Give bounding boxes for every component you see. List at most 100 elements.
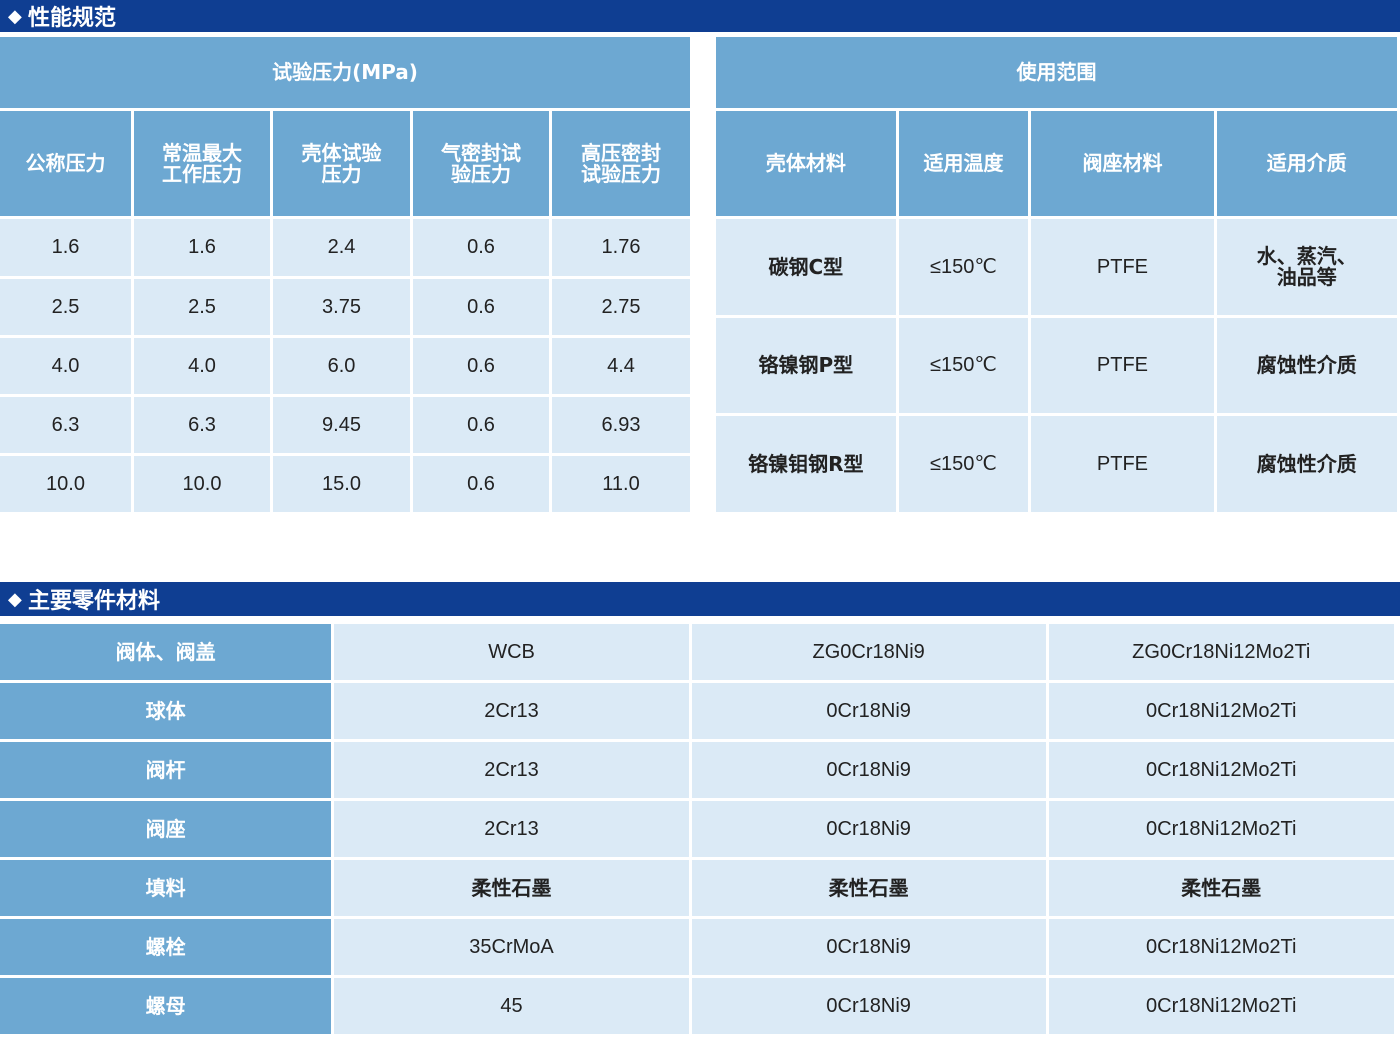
table-row: 阀杆 2Cr13 0Cr18Ni9 0Cr18Ni12Mo2Ti: [0, 739, 1398, 801]
parts-material-table: 阀体、阀盖 WCB ZG0Cr18Ni9 ZG0Cr18Ni12Mo2Ti 球体…: [0, 621, 1398, 1037]
table-cell: 2.4: [270, 216, 413, 279]
performance-table: 试验压力(MPa) 公称压力 常温最大工作压力 壳体试验压力 气密封试验压力 高…: [0, 34, 693, 515]
table-cell: 2Cr13: [331, 680, 692, 742]
table-cell: 0.6: [410, 453, 552, 515]
table-cell: 10.0: [0, 453, 134, 515]
part-name: 球体: [0, 680, 335, 742]
table-cell: 6.3: [0, 394, 134, 456]
header-max-working-pressure: 常温最大工作压力: [131, 108, 273, 219]
header-medium: 适用介质: [1213, 108, 1400, 219]
table-cell: 0Cr18Ni12Mo2Ti: [1045, 680, 1398, 742]
table-cell: 1.6: [131, 216, 273, 279]
table-cell: 柔性石墨: [1045, 857, 1398, 919]
part-name: 阀杆: [0, 739, 335, 801]
part-name: 螺栓: [0, 916, 335, 978]
section-header-parts: ◆ 主要零件材料: [0, 582, 1400, 616]
table-row: 1.6 1.6 2.4 0.6 1.76: [0, 216, 693, 279]
table-cell: 0Cr18Ni12Mo2Ti: [1045, 798, 1398, 860]
table-row: 球体 2Cr13 0Cr18Ni9 0Cr18Ni12Mo2Ti: [0, 680, 1398, 742]
table-cell: 35CrMoA: [331, 916, 692, 978]
table-row: 碳钢C型 ≤150℃ PTFE 水、蒸汽、油品等: [713, 216, 1400, 318]
table-cell: PTFE: [1028, 413, 1217, 515]
table-cell: 0Cr18Ni9: [688, 739, 1049, 801]
table-cell: PTFE: [1028, 216, 1217, 318]
table-row: 铬镍钢P型 ≤150℃ PTFE 腐蚀性介质: [713, 315, 1400, 416]
table-cell: 0Cr18Ni9: [688, 798, 1049, 860]
table-row: 铬镍钼钢R型 ≤150℃ PTFE 腐蚀性介质: [713, 413, 1400, 515]
header-temperature: 适用温度: [895, 108, 1032, 219]
table-cell: 0.6: [410, 276, 552, 338]
part-name: 填料: [0, 857, 335, 919]
table-cell: ≤150℃: [895, 216, 1032, 318]
usage-range-table: 使用范围 壳体材料 适用温度 阀座材料 适用介质 碳钢C型 ≤150℃ PTFE…: [713, 34, 1400, 515]
table-cell: 碳钢C型: [713, 216, 899, 318]
table-cell: 铬镍钼钢R型: [713, 413, 899, 515]
table-cell: 0Cr18Ni9: [688, 916, 1049, 978]
table-cell: 2.5: [131, 276, 273, 338]
table-cell: 4.4: [549, 335, 693, 397]
table-cell: 柔性石墨: [331, 857, 692, 919]
usage-range-group-header: 使用范围: [713, 34, 1400, 111]
table-cell: ZG0Cr18Ni9: [688, 621, 1049, 683]
table-cell: 1.6: [0, 216, 134, 279]
table-cell: 45: [331, 975, 692, 1037]
table-row: 螺栓 35CrMoA 0Cr18Ni9 0Cr18Ni12Mo2Ti: [0, 916, 1398, 978]
diamond-icon: ◆: [8, 5, 22, 27]
table-cell: 6.3: [131, 394, 273, 456]
section-title-parts: 主要零件材料: [28, 589, 161, 614]
diamond-icon: ◆: [8, 588, 22, 610]
test-pressure-group-header: 试验压力(MPa): [0, 34, 693, 111]
table-cell: 0Cr18Ni12Mo2Ti: [1045, 916, 1398, 978]
header-shell-material: 壳体材料: [713, 108, 899, 219]
header-high-pressure-seal-test: 高压密封试验压力: [549, 108, 693, 219]
table-cell: 水、蒸汽、油品等: [1213, 216, 1400, 318]
table-row: 螺母 45 0Cr18Ni9 0Cr18Ni12Mo2Ti: [0, 975, 1398, 1037]
table-cell: 0Cr18Ni12Mo2Ti: [1045, 739, 1398, 801]
table-row: 阀座 2Cr13 0Cr18Ni9 0Cr18Ni12Mo2Ti: [0, 798, 1398, 860]
table-cell: 6.93: [549, 394, 693, 456]
table-cell: 2.5: [0, 276, 134, 338]
table-cell: 2.75: [549, 276, 693, 338]
table-cell: 2Cr13: [331, 739, 692, 801]
header-nominal-pressure: 公称压力: [0, 108, 134, 219]
table-row: 10.0 10.0 15.0 0.6 11.0: [0, 453, 693, 515]
table-row: 填料 柔性石墨 柔性石墨 柔性石墨: [0, 857, 1398, 919]
table-cell: ≤150℃: [895, 413, 1032, 515]
table-cell: 0Cr18Ni12Mo2Ti: [1045, 975, 1398, 1037]
header-air-seal-test-pressure: 气密封试验压力: [410, 108, 552, 219]
part-name: 阀体、阀盖: [0, 621, 335, 683]
table-cell: 6.0: [270, 335, 413, 397]
table-cell: 1.76: [549, 216, 693, 279]
header-shell-test-pressure: 壳体试验压力: [270, 108, 413, 219]
section-header-performance: ◆ 性能规范: [0, 0, 1400, 32]
part-name: 螺母: [0, 975, 335, 1037]
table-cell: 15.0: [270, 453, 413, 515]
table-cell: 0.6: [410, 394, 552, 456]
table-cell: 腐蚀性介质: [1213, 315, 1400, 416]
table-cell: 11.0: [549, 453, 693, 515]
table-row: 2.5 2.5 3.75 0.6 2.75: [0, 276, 693, 338]
table-cell: 0.6: [410, 216, 552, 279]
table-cell: 4.0: [131, 335, 273, 397]
table-cell: 2Cr13: [331, 798, 692, 860]
table-cell: ZG0Cr18Ni12Mo2Ti: [1045, 621, 1398, 683]
header-seat-material: 阀座材料: [1028, 108, 1217, 219]
section-title-performance: 性能规范: [28, 6, 117, 31]
table-cell: 10.0: [131, 453, 273, 515]
table-cell: 0Cr18Ni9: [688, 975, 1049, 1037]
table-cell: 铬镍钢P型: [713, 315, 899, 416]
table-cell: PTFE: [1028, 315, 1217, 416]
table-row: 4.0 4.0 6.0 0.6 4.4: [0, 335, 693, 397]
table-row: 阀体、阀盖 WCB ZG0Cr18Ni9 ZG0Cr18Ni12Mo2Ti: [0, 621, 1398, 683]
part-name: 阀座: [0, 798, 335, 860]
table-cell: 3.75: [270, 276, 413, 338]
table-cell: 0Cr18Ni9: [688, 680, 1049, 742]
table-row: 6.3 6.3 9.45 0.6 6.93: [0, 394, 693, 456]
table-cell: WCB: [331, 621, 692, 683]
table-cell: 9.45: [270, 394, 413, 456]
table-cell: 4.0: [0, 335, 134, 397]
table-cell: 柔性石墨: [688, 857, 1049, 919]
table-cell: ≤150℃: [895, 315, 1032, 416]
table-cell: 腐蚀性介质: [1213, 413, 1400, 515]
table-cell: 0.6: [410, 335, 552, 397]
